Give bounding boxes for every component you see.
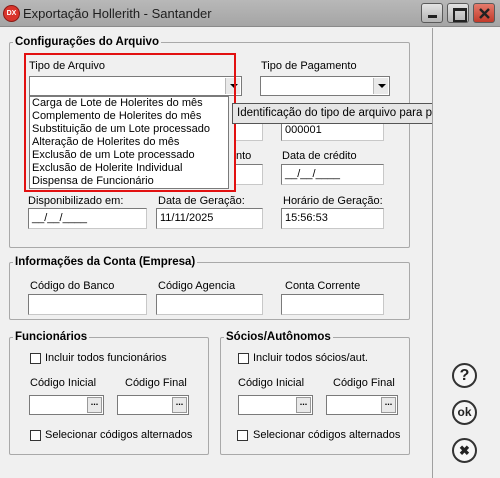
maximize-button[interactable] xyxy=(447,3,469,23)
codigo-agencia-field[interactable] xyxy=(156,294,263,315)
horario-geracao-field[interactable]: 15:56:53 xyxy=(281,208,384,229)
incluir-funcionarios-checkbox[interactable] xyxy=(30,353,41,364)
close-window-button[interactable] xyxy=(473,3,495,23)
incluir-socios-checkbox[interactable] xyxy=(238,353,249,364)
func-alternados-checkbox[interactable] xyxy=(30,430,41,441)
data-geracao-label: Data de Geração: xyxy=(158,195,245,207)
socios-codigo-inicial-label: Código Inicial xyxy=(238,377,305,389)
tipo-pagamento-label: Tipo de Pagamento xyxy=(261,60,357,72)
socios-alternados-label: Selecionar códigos alternados xyxy=(253,429,401,441)
lookup-button[interactable]: ... xyxy=(172,397,187,413)
conta-corrente-label: Conta Corrente xyxy=(285,280,361,292)
chevron-down-icon[interactable] xyxy=(373,78,388,94)
socios-codigo-final-picker[interactable]: ... xyxy=(326,395,398,415)
lookup-button[interactable]: ... xyxy=(381,397,396,413)
cancel-button[interactable]: ✖ xyxy=(452,438,477,463)
conta-legend: Informações da Conta (Empresa) xyxy=(15,256,196,268)
incluir-socios-label: Incluir todos sócios/aut. xyxy=(253,352,368,364)
minimize-button[interactable] xyxy=(421,3,443,23)
horario-geracao-label: Horário de Geração: xyxy=(283,195,383,207)
data-credito-label: Data de crédito xyxy=(282,150,357,162)
conta-corrente-field[interactable] xyxy=(281,294,384,315)
disponibilizado-label: Disponibilizado em: xyxy=(28,195,124,207)
ok-icon: ok xyxy=(457,405,472,419)
funcionarios-legend: Funcionários xyxy=(15,331,88,343)
highlight-box xyxy=(24,53,236,192)
app-icon: DX xyxy=(3,5,20,22)
func-codigo-inicial-picker[interactable]: ... xyxy=(29,395,104,415)
func-codigo-inicial-label: Código Inicial xyxy=(30,377,97,389)
help-button[interactable]: ? xyxy=(452,363,477,388)
socios-alternados-checkbox[interactable] xyxy=(237,430,248,441)
tipo-pagamento-select[interactable] xyxy=(260,76,390,96)
ok-button[interactable]: ok xyxy=(452,400,477,425)
disponibilizado-field[interactable]: __/__/____ xyxy=(28,208,147,229)
close-icon xyxy=(479,8,490,19)
help-icon: ? xyxy=(459,367,470,384)
partial-label: nto xyxy=(236,150,252,162)
cancel-icon: ✖ xyxy=(459,443,470,458)
socios-codigo-final-label: Código Final xyxy=(333,377,395,389)
hidden-field-left-2[interactable] xyxy=(235,164,263,185)
func-codigo-final-picker[interactable]: ... xyxy=(117,395,189,415)
lookup-button[interactable]: ... xyxy=(87,397,102,413)
data-geracao-field[interactable]: 11/11/2025 xyxy=(156,208,263,229)
lookup-button[interactable]: ... xyxy=(296,397,311,413)
socios-legend: Sócios/Autônomos xyxy=(226,331,331,343)
codigo-banco-field[interactable] xyxy=(28,294,147,315)
window-title: Exportação Hollerith - Santander xyxy=(23,6,212,21)
incluir-funcionarios-label: Incluir todos funcionários xyxy=(45,352,167,364)
func-alternados-label: Selecionar códigos alternados xyxy=(45,429,193,441)
codigo-agencia-label: Código Agencia xyxy=(158,280,236,292)
codigo-banco-label: Código do Banco xyxy=(30,280,115,292)
data-credito-field[interactable]: __/__/____ xyxy=(281,164,384,185)
socios-codigo-inicial-picker[interactable]: ... xyxy=(238,395,313,415)
arquivo-legend: Configurações do Arquivo xyxy=(15,36,159,48)
title-bar: DX Exportação Hollerith - Santander xyxy=(0,0,500,27)
func-codigo-final-label: Código Final xyxy=(125,377,187,389)
